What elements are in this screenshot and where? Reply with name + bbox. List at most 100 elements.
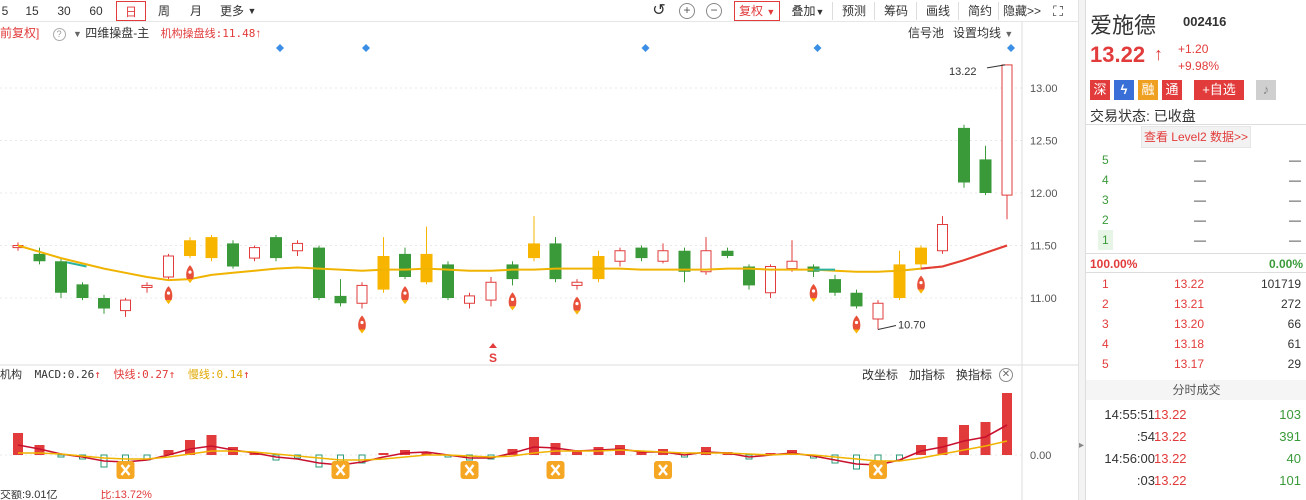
tick-time: :54 (1136, 429, 1155, 444)
buy-row: 1 13.22 101719 (1086, 274, 1306, 294)
tick-price: 13.22 (1154, 429, 1187, 444)
trade-status: 交易状态: 已收盘 (1090, 108, 1196, 124)
tick-price: 13.22 (1154, 473, 1187, 488)
macd-tick-label: 0.00 (1030, 450, 1051, 462)
level2-link[interactable]: 查看 Level2 数据>> (1141, 126, 1251, 148)
candle-body (937, 224, 948, 252)
tick-time: :03 (1136, 473, 1155, 488)
rocket-flame (853, 329, 860, 334)
buy-sell-ratio: 100.00% 0.00% (1086, 253, 1306, 273)
level-volume: 61 (1287, 337, 1301, 351)
y-tick-label: 11.00 (1030, 293, 1057, 305)
low-pointer (877, 325, 897, 330)
buy-row: 4 13.18 61 (1086, 334, 1306, 354)
signal-diamond (1007, 44, 1015, 52)
candle-body (313, 247, 325, 298)
level-volume: 101719 (1260, 277, 1301, 291)
macd-bar (1002, 393, 1012, 455)
rocket-flame (165, 300, 172, 305)
level-num: 2 (1102, 213, 1109, 227)
candle-body (33, 253, 46, 262)
macd-switch-indicator[interactable]: 换指标 (956, 366, 992, 384)
change-percent: +9.98% (1178, 59, 1220, 73)
sell-row: 1 — — (1086, 230, 1306, 250)
ratio-buy: 100.00% (1090, 257, 1138, 271)
panel-collapse-handle[interactable]: ▸ (1078, 0, 1085, 500)
tick-price: 13.22 (1154, 451, 1187, 466)
rocket-flame (187, 279, 193, 284)
candle-body (334, 295, 347, 304)
macd-change-axis[interactable]: 改坐标 (862, 366, 898, 384)
level-num: 4 (1102, 173, 1109, 187)
macd-bar (378, 453, 389, 455)
buy-row: 3 13.20 66 (1086, 314, 1306, 334)
candle-body (506, 264, 519, 280)
price-change: +1.20 +9.98% (1178, 41, 1219, 75)
tick-time: 14:56:00 (1104, 451, 1155, 466)
tick-time: 14:55:51 (1104, 407, 1155, 422)
ratio-label: 比:13.72% (100, 490, 152, 500)
rocket-flame (402, 300, 408, 305)
candle-body (141, 284, 153, 288)
chart-area: 5 15 30 60 日 周 月 更多 ▼ ↺ + − 复权 ▼ 叠加▼ 预测 … (0, 0, 1078, 500)
add-watchlist-button[interactable]: +自选 (1194, 80, 1244, 100)
candle-body (292, 242, 303, 252)
turnover-label: 交额:9.01亿 (0, 490, 58, 500)
margin-badge[interactable]: 融 (1138, 80, 1158, 100)
candle-body (786, 260, 798, 270)
level-num: 1 (1098, 230, 1113, 250)
sell-row: 5 — — (1086, 150, 1306, 170)
y-tick-label: 13.00 (1030, 83, 1058, 95)
level-num: 3 (1102, 317, 1109, 331)
candle-body (549, 243, 562, 280)
candle-body (55, 261, 67, 293)
level-volume: — (1289, 233, 1301, 247)
tick-volume: 101 (1279, 473, 1301, 488)
macd-bar (315, 454, 323, 468)
stock-name: 爱施德 (1090, 13, 1157, 38)
candle-body (657, 250, 669, 262)
y-tick-label: 11.50 (1030, 241, 1057, 253)
buy-row: 5 13.17 29 (1086, 354, 1306, 374)
signal-s-label: S (489, 351, 497, 365)
level-num: 1 (1102, 277, 1109, 291)
level-num: 2 (1102, 297, 1109, 311)
rocket-window (919, 281, 923, 285)
rocket-window (360, 320, 364, 325)
macd-bar (13, 433, 23, 455)
bell-icon[interactable]: ♪ (1256, 80, 1276, 100)
tick-row: :54 13.22 391 (1086, 426, 1306, 448)
close-indicator-icon[interactable]: ✕ (999, 368, 1013, 382)
signal-diamond (362, 44, 370, 52)
rocket-window (575, 302, 579, 306)
lightning-badge-icon[interactable]: ϟ (1114, 80, 1134, 100)
macd-fast: 快线:0.27 (113, 368, 169, 381)
level-price: 13.18 (1174, 337, 1205, 351)
macd-add-indicator[interactable]: 加指标 (909, 366, 945, 384)
level-volume: — (1289, 153, 1301, 167)
tick-row: :03 13.22 101 (1086, 470, 1306, 492)
candle-body (227, 243, 239, 267)
candle-body (184, 240, 196, 256)
up-arrow-icon: ↑ (242, 368, 250, 381)
ticks-title: 分时成交 (1086, 380, 1306, 400)
rocket-flame (509, 306, 516, 311)
sell-row: 3 — — (1086, 190, 1306, 210)
level-num: 5 (1102, 357, 1109, 371)
high-label: 13.22 (949, 66, 977, 78)
candle-body (249, 247, 260, 259)
market-badge[interactable]: 深 (1090, 80, 1110, 100)
candle-body (205, 237, 218, 259)
y-tick-label: 12.00 (1030, 188, 1058, 200)
level-price: 13.20 (1174, 317, 1205, 331)
macd-bar (57, 454, 65, 458)
candle-body (829, 279, 841, 293)
level-num: 5 (1102, 153, 1109, 167)
rocket-flame (574, 310, 580, 315)
tick-price: 13.22 (1154, 407, 1187, 422)
tick-volume: 103 (1279, 407, 1301, 422)
quote-panel: 爱施德 002416 13.22 ↑ +1.20 +9.98% 深 ϟ 融 通 … (1085, 0, 1306, 500)
connect-badge[interactable]: 通 (1162, 80, 1182, 100)
signal-diamond (641, 44, 650, 52)
kline-chart[interactable]: 13.00 12.50 12.00 11.50 11.00 S 13.22 10.70 0.00 (0, 0, 1078, 500)
